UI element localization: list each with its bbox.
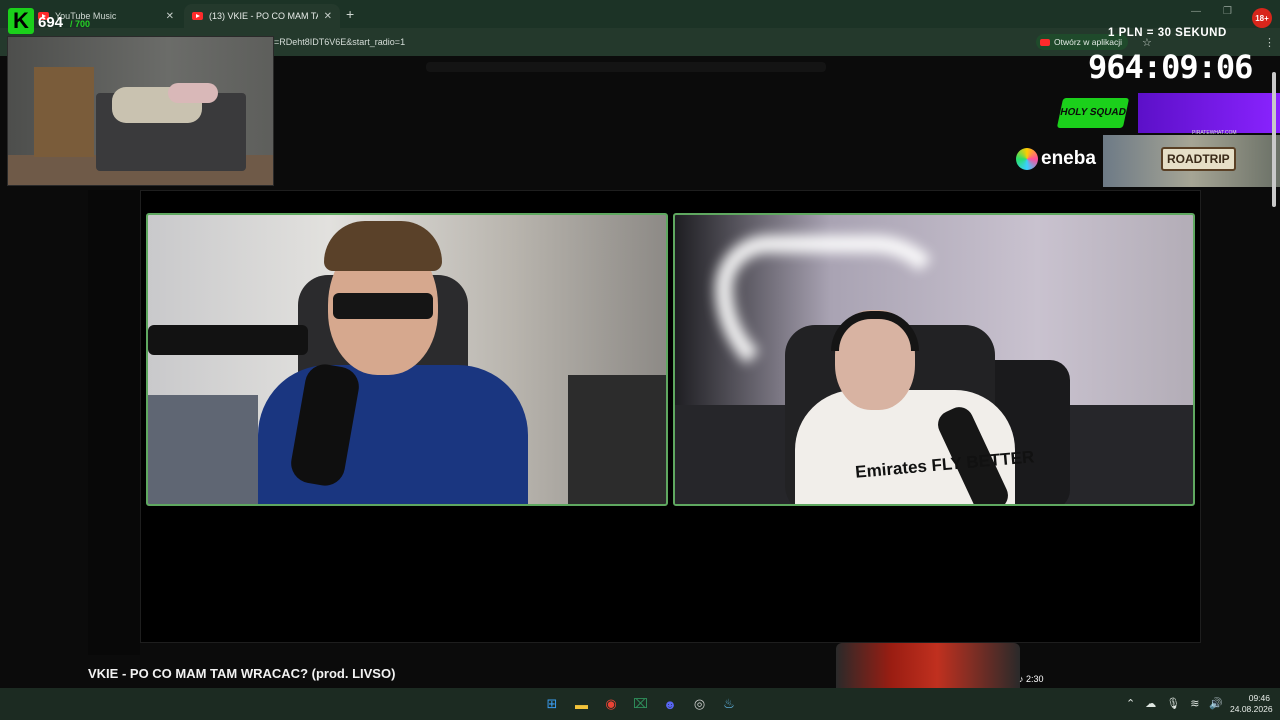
tab-vkie-video[interactable]: (13) VKIE - PO CO MAM TAM W ✕	[184, 4, 340, 28]
menu-icon[interactable]: ⋮	[1264, 36, 1275, 49]
youtube-icon	[192, 12, 203, 20]
webcam-feed	[7, 36, 274, 186]
excel-like-icon[interactable]: ⌧	[630, 693, 652, 715]
camera-right: Emirates FLY BETTER	[673, 213, 1195, 506]
player-side-panel	[88, 190, 140, 655]
camera-left	[146, 213, 668, 506]
holy-squad-logo: HOLY SQUAD	[1056, 98, 1130, 128]
url-field[interactable]: =RDeht8IDT6V6E&start_radio=1	[274, 37, 405, 47]
kick-logo: K	[8, 8, 34, 34]
video-title: VKIE - PO CO MAM TAM WRACAC? (prod. LIVS…	[88, 666, 396, 681]
eneba-text: eneba	[1041, 148, 1096, 169]
purple-banner	[1138, 93, 1280, 133]
maximize-icon[interactable]: ❐	[1223, 6, 1232, 17]
timer-label: 1 PLN = 30 SEKUND	[1108, 27, 1227, 39]
thumbnail-car[interactable]	[836, 643, 1020, 688]
mic-icon[interactable]: 🎙	[1166, 697, 1180, 710]
duration-value: 2:30	[1026, 674, 1044, 684]
system-tray: ⌃ ☁ 🎙 ≋ 🔊	[1126, 697, 1223, 710]
eneba-logo: eneba	[1016, 148, 1096, 170]
windows-start-icon[interactable]: ⊞	[541, 693, 563, 715]
tab-label: (13) VKIE - PO CO MAM TAM W	[209, 11, 318, 21]
new-tab-button[interactable]: +	[346, 6, 354, 22]
chrome-icon[interactable]: ◉	[600, 693, 622, 715]
wifi-icon[interactable]: ≋	[1190, 697, 1199, 710]
taskbar-clock[interactable]: 09:46 24.08.2026	[1230, 693, 1273, 715]
viewer-count-max: / 700	[70, 19, 91, 29]
close-icon[interactable]: ✕	[166, 11, 174, 22]
roadtrip-banner: ROADTRIP	[1103, 135, 1280, 187]
age-badge: 18+	[1252, 8, 1272, 28]
cloud-icon[interactable]: ☁	[1145, 697, 1156, 710]
file-explorer-icon[interactable]: ▬	[571, 693, 593, 715]
minimize-icon[interactable]: —	[1191, 6, 1201, 17]
volume-icon[interactable]: 🔊	[1209, 697, 1223, 710]
roadtrip-label: ROADTRIP	[1161, 147, 1236, 171]
clock-time: 09:46	[1248, 693, 1270, 703]
viewer-count: 694	[38, 14, 64, 31]
sunglasses	[333, 293, 433, 319]
search-bar-strip	[426, 62, 826, 72]
steam-icon[interactable]: ♨	[718, 693, 740, 715]
chevron-up-icon[interactable]: ⌃	[1126, 697, 1135, 710]
close-icon[interactable]: ✕	[324, 11, 332, 22]
eneba-icon	[1016, 148, 1038, 170]
obs-icon[interactable]: ◎	[689, 693, 711, 715]
clock-date: 24.08.2026	[1230, 704, 1273, 714]
video-duration: ♪ 2:30	[1019, 674, 1044, 684]
discord-icon[interactable]: ☻	[659, 693, 681, 715]
youtube-icon	[1040, 38, 1050, 46]
subathon-timer: 964:09:06	[1088, 48, 1253, 86]
mic-arm	[148, 325, 308, 355]
scrollbar[interactable]	[1271, 70, 1277, 210]
window-controls: — ❐	[1191, 6, 1232, 17]
